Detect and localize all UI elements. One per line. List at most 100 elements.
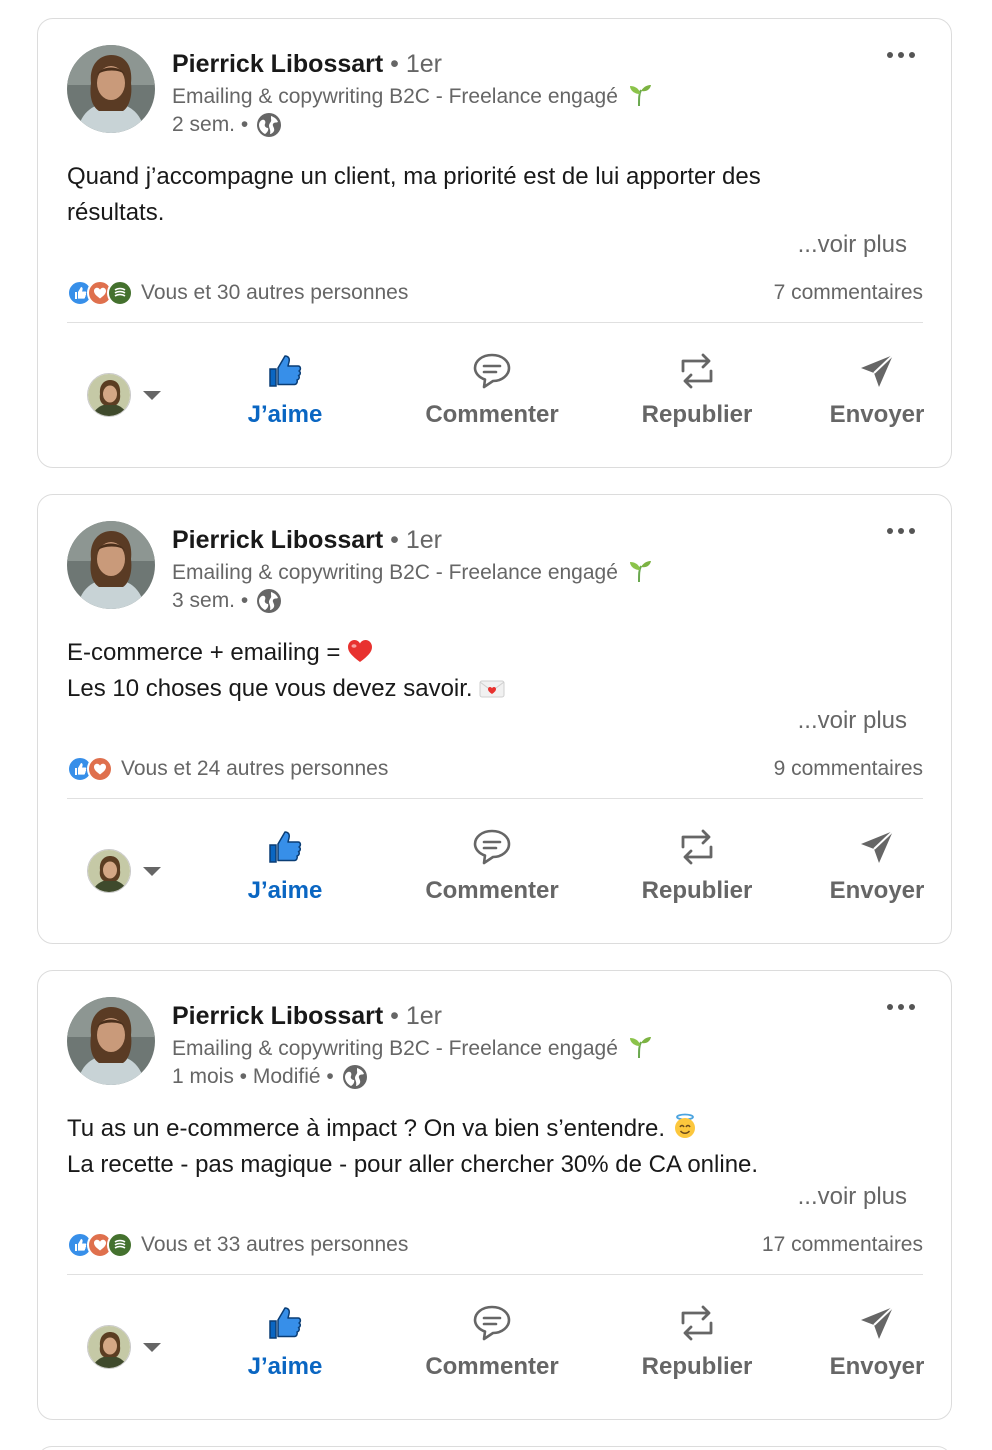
repost-label: Republier: [641, 401, 753, 428]
more-options-button[interactable]: [887, 997, 915, 1017]
like-label: J’aime: [247, 877, 323, 904]
see-more-link[interactable]: ...voir plus: [798, 707, 907, 735]
send-button[interactable]: Envoyer: [812, 825, 942, 905]
author-name[interactable]: Pierrick Libossart: [172, 526, 383, 554]
post-line: Tu as un e-commerce à impact ? On va bie…: [67, 1111, 907, 1147]
sprout-icon: [629, 561, 651, 582]
post-body: E-commerce + emailing = Les 10 choses qu…: [67, 635, 907, 707]
post-time: 2 sem. •: [172, 113, 249, 136]
headline-text: Emailing & copywriting B2C - Freelance e…: [172, 1037, 618, 1060]
post-line: Quand j’accompagne un client, ma priorit…: [67, 163, 761, 190]
author-name[interactable]: Pierrick Libossart: [172, 1002, 383, 1030]
repost-button[interactable]: Republier: [622, 825, 772, 905]
globe-icon: [257, 113, 282, 137]
post-line-text: Les 10 choses que vous devez savoir.: [67, 675, 480, 702]
send-button[interactable]: Envoyer: [812, 1301, 942, 1381]
heart-emoji-icon: [348, 640, 373, 662]
repost-button[interactable]: Republier: [622, 349, 772, 429]
like-button[interactable]: J’aime: [225, 349, 345, 429]
support-icon: [107, 280, 133, 306]
author-headline: Emailing & copywriting B2C - Freelance e…: [172, 559, 652, 587]
like-button[interactable]: J’aime: [225, 1301, 345, 1381]
comments-count[interactable]: 17 commentaires: [762, 1233, 923, 1257]
author-line: Pierrick Libossart • 1er: [172, 48, 442, 80]
headline-text: Emailing & copywriting B2C - Freelance e…: [172, 561, 618, 584]
repost-icon: [681, 1305, 713, 1341]
reactions-summary[interactable]: Vous et 24 autres personnes: [121, 757, 388, 781]
action-bar: J’aime Commenter Republier Envoyer: [67, 335, 924, 455]
comment-label: Commenter: [425, 401, 559, 428]
repost-button[interactable]: Republier: [622, 1301, 772, 1381]
author-avatar[interactable]: [67, 997, 155, 1085]
comment-button[interactable]: Commenter: [407, 825, 577, 905]
reactions-summary[interactable]: Vous et 30 autres personnes: [141, 281, 408, 305]
author-avatar[interactable]: [67, 521, 155, 609]
chevron-down-icon: [143, 1342, 161, 1352]
send-icon: [861, 830, 894, 863]
reactions-summary[interactable]: Vous et 33 autres personnes: [141, 1233, 408, 1257]
comment-label: Commenter: [425, 877, 559, 904]
sprout-icon: [629, 85, 651, 106]
send-icon: [861, 1306, 894, 1339]
social-counts: Vous et 24 autres personnes 9 commentair…: [67, 753, 923, 785]
comments-count[interactable]: 7 commentaires: [774, 281, 923, 305]
send-label: Envoyer: [829, 1353, 925, 1380]
support-icon: [107, 1232, 133, 1258]
actor-avatar: [87, 1325, 131, 1369]
reaction-icons[interactable]: [67, 280, 133, 306]
thumbs-up-icon: [269, 355, 302, 387]
repost-label: Republier: [641, 1353, 753, 1380]
post-line-text: E-commerce + emailing =: [67, 639, 348, 666]
reaction-icons[interactable]: [67, 756, 113, 782]
reaction-icons[interactable]: [67, 1232, 133, 1258]
headline-text: Emailing & copywriting B2C - Freelance e…: [172, 85, 618, 108]
connection-degree: • 1er: [390, 50, 443, 78]
actor-avatar: [87, 849, 131, 893]
send-label: Envoyer: [829, 401, 925, 428]
post-line-text: Tu as un e-commerce à impact ? On va bie…: [67, 1115, 672, 1142]
author-line: Pierrick Libossart • 1er: [172, 1000, 442, 1032]
more-options-button[interactable]: [887, 521, 915, 541]
author-avatar[interactable]: [67, 45, 155, 133]
thumbs-up-icon: [269, 831, 302, 863]
comments-count[interactable]: 9 commentaires: [774, 757, 923, 781]
globe-icon: [342, 1065, 367, 1089]
post-card: Pierrick Libossart • 1er Emailing & copy…: [37, 970, 952, 1420]
send-button[interactable]: Envoyer: [812, 349, 942, 429]
love-icon: [87, 756, 113, 782]
sprout-icon: [629, 1037, 651, 1058]
divider: [67, 1274, 923, 1275]
comment-button[interactable]: Commenter: [407, 349, 577, 429]
action-bar: J’aime Commenter Republier Envoyer: [67, 1287, 924, 1407]
post-time: 1 mois • Modifié •: [172, 1065, 334, 1088]
connection-degree: • 1er: [390, 1002, 443, 1030]
send-label: Envoyer: [829, 877, 925, 904]
author-headline: Emailing & copywriting B2C - Freelance e…: [172, 83, 652, 111]
author-name[interactable]: Pierrick Libossart: [172, 50, 383, 78]
like-button[interactable]: J’aime: [225, 825, 345, 905]
feed: Pierrick Libossart • 1er Emailing & copy…: [0, 0, 992, 1450]
globe-icon: [257, 589, 282, 613]
repost-icon: [681, 353, 713, 389]
see-more-link[interactable]: ...voir plus: [798, 1183, 907, 1211]
post-meta: 2 sem. •: [172, 111, 282, 139]
post-line: Les 10 choses que vous devez savoir.: [67, 671, 907, 707]
thumbs-up-icon: [269, 1307, 302, 1339]
author-line: Pierrick Libossart • 1er: [172, 524, 442, 556]
social-counts: Vous et 33 autres personnes 17 commentai…: [67, 1229, 923, 1261]
divider: [67, 798, 923, 799]
comment-icon: [473, 353, 511, 389]
chevron-down-icon: [143, 866, 161, 876]
divider: [67, 322, 923, 323]
actor-switcher[interactable]: [87, 373, 161, 417]
post-line: La recette - pas magique - pour aller ch…: [67, 1151, 759, 1178]
more-options-button[interactable]: [887, 45, 915, 65]
post-body: Tu as un e-commerce à impact ? On va bie…: [67, 1111, 907, 1183]
actor-switcher[interactable]: [87, 1325, 161, 1369]
comment-button[interactable]: Commenter: [407, 1301, 577, 1381]
post-time: 3 sem. •: [172, 589, 249, 612]
smiling-face-halo-icon: [674, 1113, 695, 1138]
see-more-link[interactable]: ...voir plus: [798, 231, 907, 259]
actor-switcher[interactable]: [87, 849, 161, 893]
post-body: Quand j’accompagne un client, ma priorit…: [67, 159, 907, 231]
